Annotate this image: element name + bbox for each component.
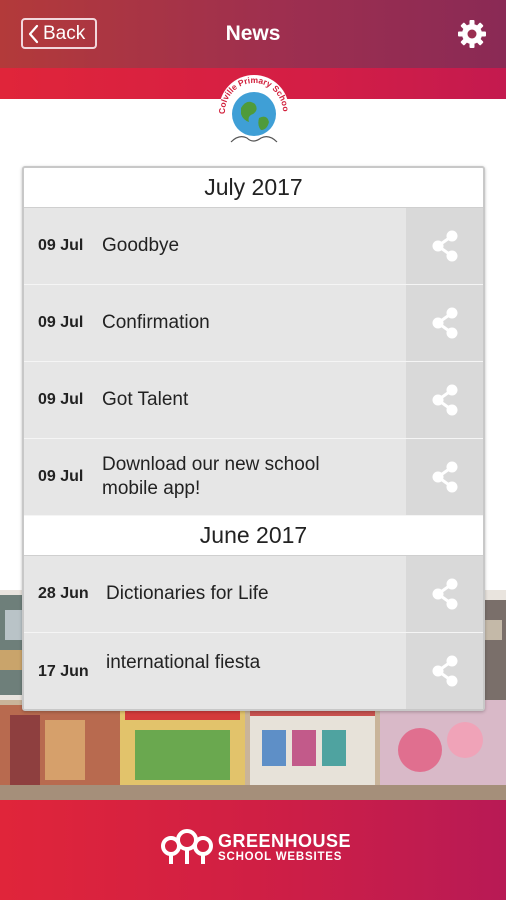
page-title: News: [225, 22, 281, 45]
school-logo: Colville Primary School: [213, 68, 291, 145]
news-title: Goodbye: [102, 235, 180, 257]
news-item-content[interactable]: 28 Jun Dictionaries for Life: [24, 556, 406, 632]
news-date: 17 Jun: [38, 663, 89, 680]
month-header: July 2017: [24, 168, 483, 208]
news-list-panel: July 2017 09 Jul Goodbye 09 Jul Confirma…: [22, 166, 485, 711]
news-item-content[interactable]: 17 Jun international fiesta: [24, 633, 406, 709]
brand-name: GREENHOUSE: [218, 831, 352, 852]
news-title: Download our new school mobile app!: [102, 454, 320, 499]
news-item[interactable]: 17 Jun international fiesta: [24, 633, 483, 709]
news-item-content[interactable]: 09 Jul Goodbye: [24, 208, 406, 284]
news-item-content[interactable]: 09 Jul Got Talent: [24, 362, 406, 438]
news-date: 09 Jul: [38, 391, 84, 408]
gear-icon[interactable]: [456, 18, 488, 50]
news-title: Confirmation: [102, 312, 210, 334]
news-date: 09 Jul: [38, 237, 84, 254]
share-icon: [432, 384, 457, 416]
news-item-content[interactable]: 09 Jul Confirmation: [24, 285, 406, 361]
share-button[interactable]: [406, 208, 483, 284]
news-item[interactable]: 28 Jun Dictionaries for Life: [24, 556, 483, 633]
share-button[interactable]: [406, 633, 483, 709]
news-title: Got Talent: [102, 389, 189, 411]
share-icon: [432, 655, 457, 687]
news-item[interactable]: 09 Jul Got Talent: [24, 362, 483, 439]
news-item-content[interactable]: 09 Jul Download our new school mobile ap…: [24, 439, 406, 515]
brand-tagline: SCHOOL WEBSITES: [218, 851, 343, 864]
share-button[interactable]: [406, 556, 483, 632]
share-icon: [432, 461, 457, 493]
share-icon: [432, 307, 457, 339]
share-button[interactable]: [406, 285, 483, 361]
share-button[interactable]: [406, 362, 483, 438]
news-title: Dictionaries for Life: [106, 583, 269, 605]
news-item[interactable]: 09 Jul Goodbye: [24, 208, 483, 285]
greenhouse-brand-logo[interactable]: GREENHOUSE SCHOOL WEBSITES: [160, 828, 351, 868]
greenhouse-logo-icon: [161, 829, 213, 864]
news-item[interactable]: 09 Jul Confirmation: [24, 285, 483, 362]
share-icon: [432, 230, 457, 262]
top-bar: Back News: [0, 0, 506, 68]
share-icon: [432, 578, 457, 610]
month-header: June 2017: [24, 516, 483, 556]
news-title: international fiesta: [106, 652, 261, 673]
news-date: 09 Jul: [38, 314, 84, 331]
news-item[interactable]: 09 Jul Download our new school mobile ap…: [24, 439, 483, 516]
share-button[interactable]: [406, 439, 483, 515]
news-date: 28 Jun: [38, 585, 89, 602]
news-date: 09 Jul: [38, 468, 84, 485]
